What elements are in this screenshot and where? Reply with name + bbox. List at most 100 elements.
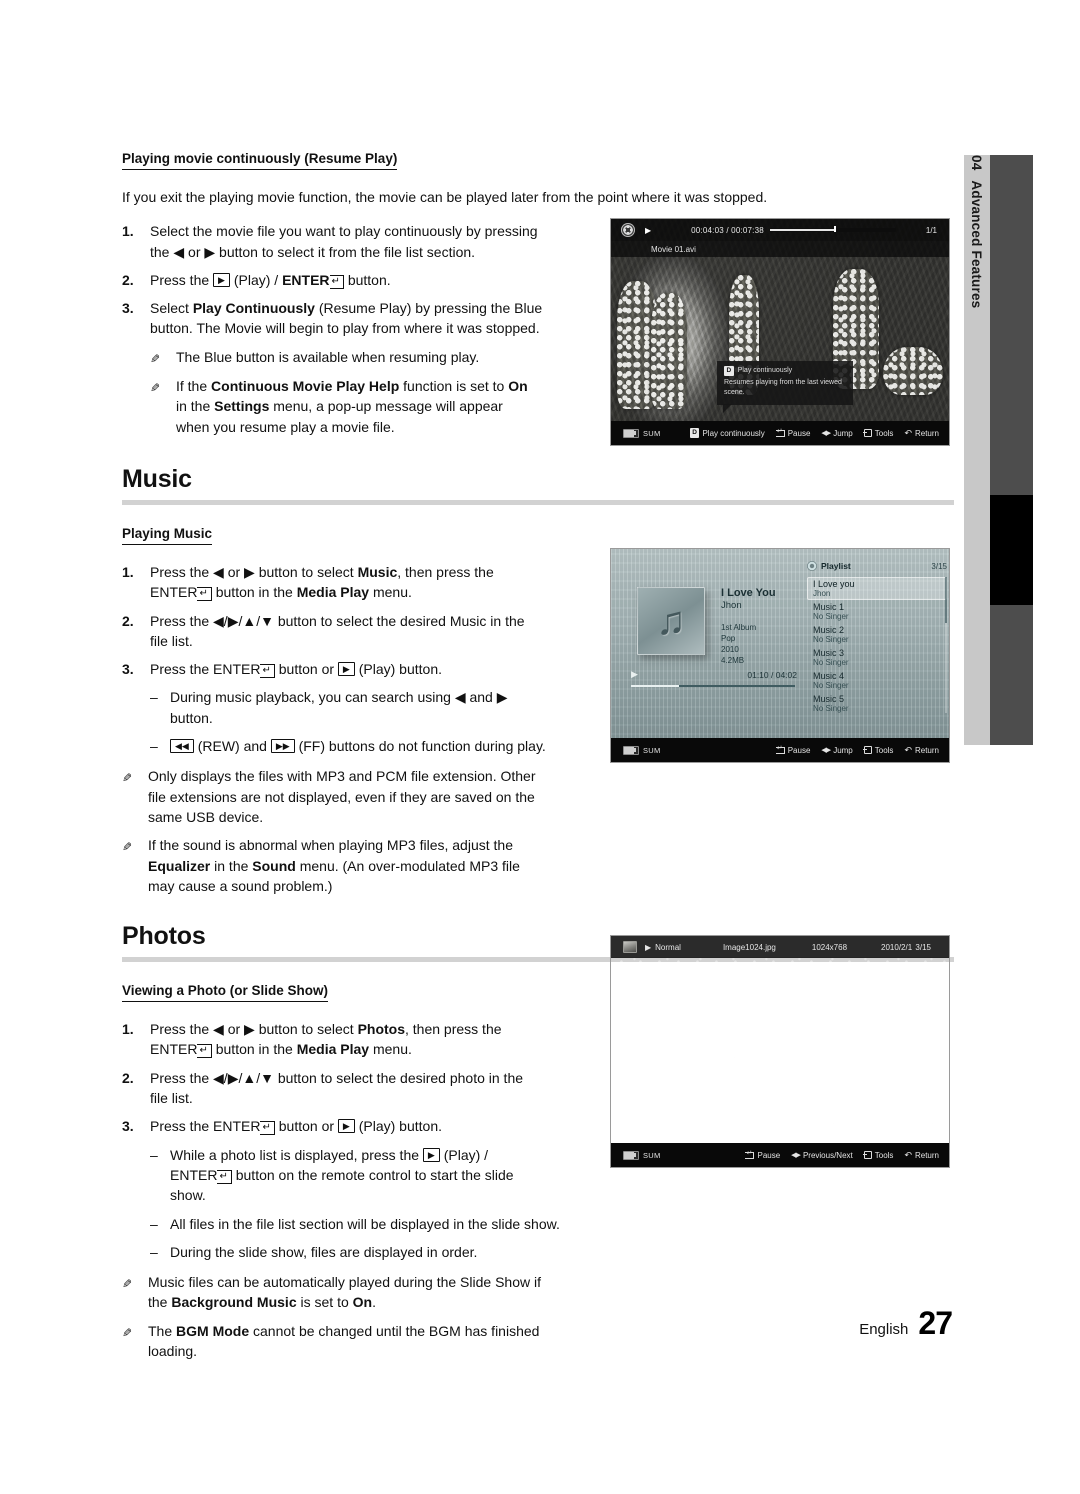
playlist-item[interactable]: Music 2 No Singer: [807, 623, 947, 646]
photo-filename: Image1024.jpg: [722, 942, 776, 952]
action-play-continuously[interactable]: D Play continuously: [689, 428, 765, 438]
step-1-line-2a: the: [150, 243, 170, 260]
left-right-icon: ◀▶: [821, 430, 831, 437]
playlist-scrollbar[interactable]: [945, 577, 947, 713]
action-previous-next[interactable]: ◀▶ Previous/Next: [791, 1151, 853, 1160]
left-arrow-icon: ◀: [213, 563, 224, 580]
p-d1-d: show.: [170, 1187, 206, 1204]
p-s3-b: button or: [278, 1118, 335, 1135]
track-filesize: 4.2MB: [721, 656, 745, 666]
m-s2-a: Press the: [150, 612, 210, 629]
note-2-bold-2: On: [508, 378, 528, 395]
action-return[interactable]: ↶ Return: [904, 745, 939, 756]
p-d1-b: (Play) /: [443, 1146, 489, 1163]
action-pause[interactable]: Pause: [775, 427, 810, 438]
progress-fill: [631, 685, 679, 687]
enter-key-icon: ↵: [197, 587, 212, 602]
step-2-play: (Play) /: [233, 271, 279, 288]
play-state-icon: ▶: [631, 669, 638, 679]
subheading-viewing-photo: Viewing a Photo (or Slide Show): [122, 983, 329, 1003]
manual-page: 04 Advanced Features Playing movie conti…: [0, 0, 1080, 1494]
water-droplets-texture: [611, 936, 949, 1167]
note-text: Only displays the files with MP3 and PCM…: [148, 766, 842, 827]
action-label: Tools: [874, 428, 894, 438]
scrollbar-thumb[interactable]: [945, 577, 947, 623]
m-n2-b: in the: [214, 857, 249, 874]
enter-key-label: ENTER: [213, 1118, 261, 1135]
right-arrow-icon: ▶: [244, 563, 255, 580]
progress-bar[interactable]: [769, 226, 896, 232]
elapsed-time: 01:10 / 04:02: [747, 669, 797, 680]
right-arrow-icon: ▶: [496, 689, 508, 706]
pencil-icon: ✎: [150, 381, 161, 396]
track-metadata: I Love You Jhon 1st Album Pop 2010 4.2MB: [721, 587, 776, 666]
playlist-item-name: Music 1: [813, 602, 845, 612]
action-jump[interactable]: ◀▶ Jump: [821, 429, 852, 438]
p-s3-a: Press the: [150, 1118, 210, 1135]
step-3-a: Select: [150, 300, 189, 317]
playlist-item[interactable]: Music 5 No Singer: [807, 692, 947, 715]
action-pause[interactable]: Pause: [775, 744, 810, 755]
track-year: 2010: [721, 645, 739, 655]
pencil-icon: ✎: [150, 351, 161, 366]
music-progress-bar[interactable]: [631, 685, 795, 687]
tooltip-tail: [723, 404, 732, 414]
note-text: If the sound is abnormal when playing MP…: [148, 835, 842, 896]
action-return[interactable]: ↶ Return: [904, 1150, 939, 1161]
action-pause[interactable]: Pause: [745, 1149, 780, 1160]
action-tools[interactable]: Tools: [862, 746, 893, 755]
play-key-icon: ▶: [337, 662, 355, 677]
enter-key-icon: ↵: [260, 1121, 275, 1136]
m-s1-bold-2: Media Play: [296, 584, 370, 601]
blue-button-badge: D: [689, 428, 700, 438]
enter-key-label: ENTER: [170, 1166, 218, 1183]
playlist-header: Playlist 3/15: [807, 561, 947, 571]
playlist-item[interactable]: Music 4 No Singer: [807, 669, 947, 692]
chapter-title: Advanced Features: [969, 180, 985, 309]
usb-icon: [623, 428, 639, 438]
playlist-item-artist: No Singer: [813, 658, 849, 667]
play-key-icon: ▶: [422, 1147, 440, 1162]
step-number: 2.: [122, 271, 134, 288]
playlist-item[interactable]: Music 3 No Singer: [807, 646, 947, 669]
action-tools[interactable]: Tools: [862, 1150, 894, 1160]
progress-fill: [769, 229, 836, 231]
playlist-item-name: Music 4: [813, 671, 845, 681]
playlist-item-name: Music 5: [813, 694, 845, 704]
right-arrow-icon: ▶: [204, 243, 216, 260]
photo-resolution: 1024x768: [811, 942, 848, 952]
chapter-tab-text: 04 Advanced Features: [964, 155, 990, 745]
playlist-item[interactable]: Music 1 No Singer: [807, 600, 947, 623]
tools-icon: [862, 1151, 872, 1159]
m-n1-c: same USB device.: [148, 808, 264, 825]
music-playback-row: ▶ 01:10 / 04:02: [625, 669, 797, 680]
resume-play-intro: If you exit the playing movie function, …: [122, 189, 768, 205]
m-d1-c: button.: [170, 709, 213, 726]
action-return[interactable]: ↶ Return: [904, 428, 939, 439]
playlist-item-artist: No Singer: [813, 681, 849, 690]
movie-bottom-bar: SUM D Play continuously Pause ◀▶ Jump: [611, 421, 949, 445]
m-s1-c: button to select: [258, 563, 354, 580]
track-genre: Pop: [721, 634, 736, 644]
playlist-item-artist: Jhon: [813, 589, 831, 598]
p-s1-b: or: [227, 1021, 241, 1038]
step-1-line-2b: or: [188, 243, 201, 260]
disc-icon: [807, 561, 817, 571]
section-rule: [122, 499, 954, 505]
p-s1-a: Press the: [150, 1021, 210, 1038]
screenshot-movie-player: ▶ 00:04:03 / 00:07:38 1/1 Movie 01.avi D…: [610, 218, 950, 446]
screenshot-photo-viewer: ▶ Normal Image1024.jpg 1024x768 2010/2/1…: [610, 935, 950, 1168]
p-s1-d: , then press the: [405, 1021, 502, 1038]
return-icon: ↶: [904, 744, 912, 755]
music-action-hints: Pause ◀▶ Jump Tools ↶ Return: [775, 744, 939, 756]
progress-knob[interactable]: [834, 226, 837, 232]
dash-mark: –: [150, 689, 158, 706]
usb-device-indicator: SUM: [623, 428, 661, 438]
action-label: Tools: [874, 1150, 894, 1160]
action-jump[interactable]: ◀▶ Jump: [821, 746, 852, 755]
playlist-item[interactable]: I Love you Jhon: [807, 577, 947, 600]
playback-time: 00:04:03 / 00:07:38: [691, 225, 764, 235]
enter-icon: [745, 1149, 755, 1159]
enter-key-label: ENTER: [150, 1041, 198, 1058]
action-tools[interactable]: Tools: [862, 428, 894, 438]
